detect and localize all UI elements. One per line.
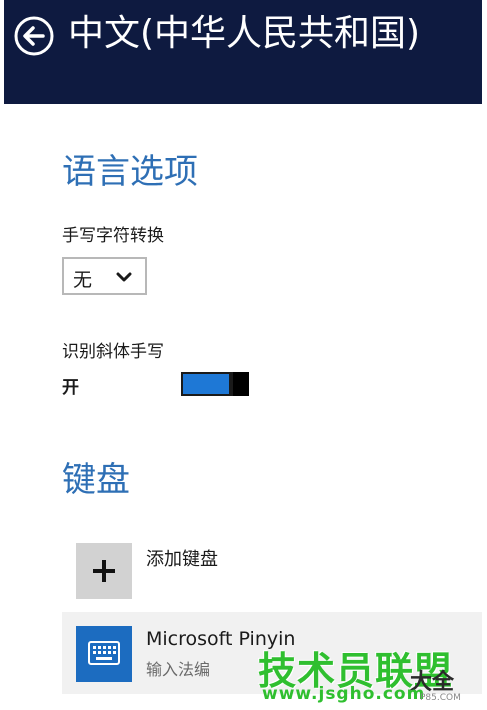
plus-icon bbox=[93, 560, 115, 582]
toggle-thumb[interactable] bbox=[233, 372, 249, 396]
handwriting-conversion-dropdown[interactable]: 无 bbox=[62, 257, 147, 295]
toggle-state-text: 开 bbox=[62, 378, 79, 398]
italic-recognition-toggle[interactable] bbox=[181, 372, 249, 396]
watermark-small-text: P85.COM bbox=[420, 693, 461, 703]
keyboard-subtitle: 输入法编 bbox=[146, 660, 211, 679]
language-options-heading: 语言选项 bbox=[62, 152, 198, 192]
back-button[interactable] bbox=[13, 15, 55, 57]
page-title: 中文(中华人民共和国) bbox=[68, 13, 421, 54]
page-header: 中文(中华人民共和国) bbox=[4, 0, 482, 104]
dropdown-selected-value: 无 bbox=[73, 269, 93, 291]
watermark-url: www.jsgho.com bbox=[262, 684, 426, 704]
add-keyboard-tile[interactable] bbox=[76, 543, 132, 599]
add-keyboard-label: 添加键盘 bbox=[146, 549, 218, 570]
back-arrow-icon bbox=[14, 16, 54, 56]
keyboard-tile bbox=[76, 626, 132, 682]
italic-recognition-label: 识别斜体手写 bbox=[62, 342, 164, 362]
handwriting-conversion-label: 手写字符转换 bbox=[62, 226, 164, 246]
toggle-fill bbox=[183, 374, 229, 394]
chevron-down-icon bbox=[116, 272, 132, 282]
keyboard-heading: 键盘 bbox=[62, 460, 130, 500]
keyboard-icon bbox=[88, 641, 120, 665]
